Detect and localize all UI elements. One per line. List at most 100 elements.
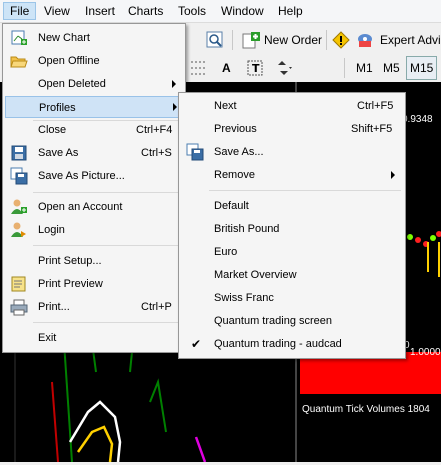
menu-separator (33, 245, 181, 246)
save-icon (10, 144, 28, 162)
menu-file[interactable]: File (3, 2, 37, 20)
toolbar-separator (344, 58, 345, 78)
menu-tools[interactable]: Tools (172, 3, 212, 19)
text-tool-button[interactable]: A (222, 57, 231, 79)
menu-item-print[interactable]: Print... Ctrl+P (3, 296, 185, 318)
menu-item-label: Default (214, 200, 249, 212)
expert-advisor-icon[interactable] (354, 29, 376, 51)
profile-item-previous[interactable]: Previous Shift+F5 (179, 118, 405, 140)
menu-item-print-setup[interactable]: Print Setup... (3, 250, 185, 272)
account-icon (10, 198, 28, 216)
profiles-submenu: Next Ctrl+F5 Previous Shift+F5 Save As..… (178, 92, 406, 359)
file-menu: New Chart Open Offline Open Deleted Prof… (2, 23, 186, 353)
price-mid-label: 1.0000 (410, 347, 441, 358)
svg-text:T: T (252, 62, 260, 75)
menu-item-label: Exit (38, 332, 57, 344)
menu-window[interactable]: Window (215, 3, 270, 19)
text-label-icon[interactable]: T (244, 57, 266, 79)
menu-item-label: Save As... (214, 146, 264, 158)
timeframe-m5[interactable]: M5 (383, 57, 400, 79)
menu-item-shortcut: Ctrl+F4 (136, 124, 173, 136)
menu-item-label: Previous (214, 123, 257, 135)
menu-item-label: Market Overview (214, 269, 297, 281)
zoom-icon[interactable] (204, 29, 226, 51)
alert-icon[interactable] (330, 29, 352, 51)
menu-item-login[interactable]: Login (3, 219, 185, 241)
menu-item-label: Print Setup... (38, 255, 102, 267)
menu-item-new-chart[interactable]: New Chart (3, 27, 185, 49)
toolbar-separator (232, 30, 233, 50)
menu-item-label: Login (38, 224, 65, 236)
submenu-arrow-icon (172, 80, 176, 88)
menu-item-shortcut: Shift+F5 (351, 123, 393, 135)
drawing-toolbar: A T M1 M5 M15 (184, 56, 441, 80)
submenu-arrow-icon (173, 103, 177, 111)
timeframe-m1[interactable]: M1 (356, 57, 373, 79)
profile-item-market-overview[interactable]: Market Overview (179, 264, 405, 286)
profile-item-euro[interactable]: Euro (179, 241, 405, 263)
profile-item-quantum-trading-audcad[interactable]: ✔ Quantum trading - audcad (179, 333, 405, 355)
checkmark-icon: ✔ (191, 337, 202, 351)
arrows-icon[interactable] (272, 57, 294, 79)
menu-item-label: Next (214, 100, 237, 112)
login-icon (10, 221, 28, 239)
menu-item-open-offline[interactable]: Open Offline (3, 50, 185, 72)
menu-item-shortcut: Ctrl+S (141, 147, 172, 159)
menu-item-label: Swiss Franc (214, 292, 274, 304)
menu-item-shortcut: Ctrl+F5 (357, 100, 394, 112)
menu-item-save-as-picture[interactable]: Save As Picture... (3, 165, 185, 187)
menu-item-profiles[interactable]: Profiles (5, 96, 183, 118)
menu-item-exit[interactable]: Exit (3, 327, 185, 349)
profile-item-remove[interactable]: Remove (179, 164, 405, 186)
timeframe-m15[interactable]: M15 (406, 56, 438, 80)
menu-separator (33, 322, 181, 323)
print-preview-icon (10, 275, 28, 293)
profile-item-save-as[interactable]: Save As... (179, 141, 405, 163)
price-top-label: 0.9348 (402, 114, 433, 125)
menu-item-save-as[interactable]: Save As Ctrl+S (3, 142, 185, 164)
menu-item-label: British Pound (214, 223, 280, 235)
menu-item-label: New Chart (38, 32, 90, 44)
profile-item-swiss-franc[interactable]: Swiss Franc (179, 287, 405, 309)
menu-item-label: Save As Picture... (38, 170, 125, 182)
save-profile-icon (186, 143, 204, 161)
menu-item-label: Close (38, 124, 67, 136)
toolbar-separator (326, 30, 327, 50)
new-chart-icon (10, 29, 28, 47)
menu-item-label: Print... (38, 301, 70, 313)
menu-item-label: Print Preview (38, 278, 103, 290)
menu-item-print-preview[interactable]: Print Preview (3, 273, 185, 295)
menu-separator (209, 190, 401, 191)
menu-view[interactable]: View (38, 3, 76, 19)
profile-item-next[interactable]: Next Ctrl+F5 (179, 95, 405, 117)
profile-item-default[interactable]: Default (179, 195, 405, 217)
new-order-button[interactable]: New Order (264, 29, 322, 51)
save-picture-icon (10, 167, 28, 185)
menu-help[interactable]: Help (272, 3, 309, 19)
profile-item-british-pound[interactable]: British Pound (179, 218, 405, 240)
menu-item-open-deleted[interactable]: Open Deleted (3, 73, 185, 95)
menu-item-label: Save As (38, 147, 79, 159)
menu-item-label: Euro (214, 246, 238, 258)
menu-item-close[interactable]: Close Ctrl+F4 (3, 119, 185, 141)
menu-item-label: Quantum trading - audcad (214, 338, 342, 350)
menu-insert[interactable]: Insert (79, 3, 121, 19)
menu-item-label: Quantum trading screen (214, 315, 333, 327)
menu-item-label: Open Deleted (38, 78, 106, 90)
menu-item-shortcut: Ctrl+P (141, 301, 172, 313)
main-toolbar: New Order Expert Advis (184, 27, 441, 53)
menu-separator (33, 192, 181, 193)
new-order-icon[interactable] (240, 29, 262, 51)
fibo-icon[interactable] (188, 57, 210, 79)
submenu-arrow-icon (391, 171, 395, 179)
profile-item-quantum-trading-screen[interactable]: Quantum trading screen (179, 310, 405, 332)
menu-bar: File View Insert Charts Tools Window Hel… (0, 0, 441, 23)
menu-charts[interactable]: Charts (122, 3, 169, 19)
indicator-title: Quantum Tick Volumes 1804 (302, 404, 430, 415)
menu-item-open-account[interactable]: Open an Account (3, 196, 185, 218)
expert-advisors-button[interactable]: Expert Advis (380, 29, 441, 51)
menu-item-label: Profiles (39, 102, 76, 114)
menu-item-label: Open Offline (38, 55, 100, 67)
menu-item-label: Open an Account (38, 201, 123, 213)
printer-icon (10, 298, 28, 316)
